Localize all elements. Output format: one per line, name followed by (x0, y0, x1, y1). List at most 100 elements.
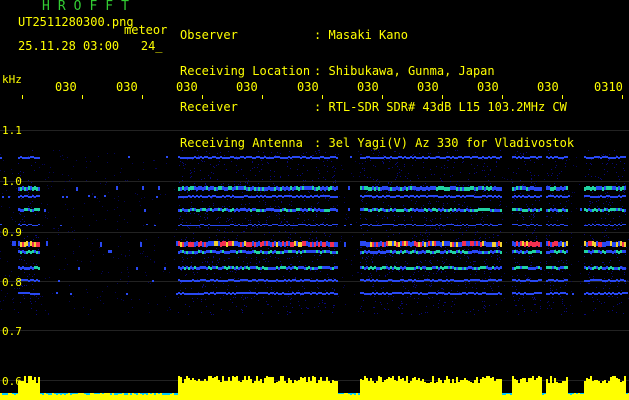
signal-band (500, 187, 502, 191)
signal-band (454, 293, 456, 295)
noise-dot (12, 173, 13, 174)
noise-dot (357, 249, 358, 250)
signal-band (422, 241, 424, 246)
noise-dot (339, 196, 340, 197)
signal-band (584, 225, 586, 226)
signal-band (476, 250, 478, 253)
noise-dot (559, 173, 560, 174)
noise-dot (441, 247, 442, 248)
signal-band (370, 280, 372, 282)
filename-label: UT2511280300.png (18, 15, 134, 29)
noise-dot (383, 211, 384, 212)
signal-band (210, 196, 212, 198)
noise-dot (102, 271, 103, 272)
signal-band (584, 195, 586, 197)
noise-dot (53, 150, 54, 151)
signal-band (606, 156, 608, 158)
noise-dot (606, 201, 607, 202)
signal-band (216, 251, 218, 254)
noise-dot (618, 176, 619, 177)
power-bar (106, 393, 108, 397)
noise-dot (477, 281, 478, 282)
noise-dot (367, 191, 368, 192)
separator: : (314, 100, 322, 114)
signal-band (486, 196, 488, 198)
noise-dot (301, 240, 302, 241)
noise-dot (616, 172, 617, 173)
signal-band (614, 250, 616, 253)
signal-band (288, 187, 290, 191)
signal-band (618, 195, 620, 197)
signal-band (202, 187, 204, 191)
power-bar (130, 395, 132, 397)
noise-dot (584, 197, 585, 198)
signal-band (424, 224, 426, 225)
noise-dot (224, 260, 225, 261)
signal-band (328, 266, 330, 269)
noise-dot (569, 274, 570, 275)
signal-band (386, 224, 388, 225)
noise-dot (360, 308, 361, 309)
noise-dot (334, 171, 335, 172)
noise-dot (217, 218, 218, 219)
signal-band (360, 241, 362, 246)
noise-dot (442, 261, 443, 262)
noise-dot (389, 168, 390, 169)
noise-dot (384, 216, 385, 217)
power-bar (370, 378, 372, 397)
signal-band (194, 186, 196, 190)
noise-dot (332, 288, 333, 289)
signal-band (242, 196, 244, 198)
noise-dot (271, 306, 272, 307)
noise-dot (328, 214, 329, 215)
signal-band (516, 293, 518, 295)
power-bar (36, 383, 38, 397)
noise-dot (616, 241, 617, 242)
noise-dot (242, 310, 243, 311)
signal-band (480, 251, 482, 254)
x-tick-label: 030 (417, 80, 439, 94)
noise-dot (229, 206, 230, 207)
signal-band (460, 251, 462, 254)
signal-band (546, 196, 548, 198)
noise-dot (617, 286, 618, 287)
noise-dot (281, 221, 282, 222)
noise-dot (606, 213, 607, 214)
x-tick-mark (22, 95, 23, 99)
signal-band (556, 187, 558, 191)
signal-band (480, 196, 482, 198)
noise-dot (266, 254, 267, 255)
signal-band (336, 186, 338, 190)
signal-band (240, 225, 242, 226)
signal-band (470, 225, 472, 226)
signal-band (472, 186, 474, 190)
signal-band (310, 156, 312, 158)
noise-dot (499, 257, 500, 258)
signal-band (396, 267, 398, 270)
signal-band (376, 267, 378, 270)
noise-dot (258, 186, 259, 187)
noise-dot (24, 285, 25, 286)
signal-band (210, 267, 212, 270)
signal-band (550, 195, 552, 197)
noise-dot (553, 285, 554, 286)
noise-dot (542, 164, 543, 165)
noise-dot (183, 259, 184, 260)
signal-band (602, 196, 604, 198)
receiver-label: Receiver (180, 100, 238, 114)
noise-dot (517, 220, 518, 221)
signal-band (32, 279, 34, 281)
signal-band (600, 242, 602, 247)
noise-dot (607, 171, 608, 172)
signal-band (604, 196, 606, 198)
noise-dot (497, 258, 498, 259)
signal-band (362, 266, 364, 269)
signal-band (512, 250, 514, 253)
power-bar (366, 378, 368, 397)
signal-band (494, 267, 496, 270)
signal-band (182, 242, 184, 247)
noise-dot (317, 240, 318, 241)
signal-band (320, 241, 322, 246)
noise-dot (475, 232, 476, 233)
noise-dot (550, 185, 551, 186)
